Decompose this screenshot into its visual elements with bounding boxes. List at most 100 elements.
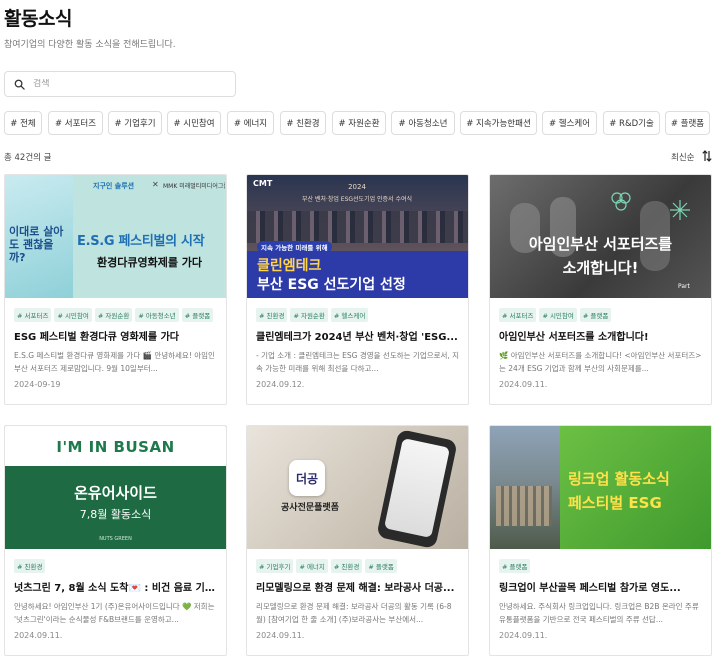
category-chip-energy[interactable]: # 에너지 (227, 111, 274, 135)
post-excerpt: 🌿 아임인부산 서포터즈를 소개합니다! <아임인부산 서포터즈>는 24개 E… (499, 351, 702, 373)
tag: # 시민참여 (539, 308, 577, 322)
post-excerpt: 안녕하세요! 아임인부산 1기 (주)온유어사이드입니다 💚 저희는 '넛츠그린… (14, 602, 215, 624)
category-chip-all[interactable]: # 전체 (4, 111, 42, 135)
thumbnail-caption: 공사전문플랫폼 (281, 503, 339, 513)
tag: # 플랫폼 (365, 559, 397, 573)
page-title: 활동소식 (4, 8, 72, 30)
post-card[interactable]: CMT 2024 부산 벤처·창업 ESG선도기업 인증서 수여식 지속 가능한… (246, 174, 469, 405)
tag: # 아동청소년 (135, 308, 179, 322)
tag: # 자원순환 (94, 308, 133, 322)
post-date: 2024.09.11. (14, 631, 63, 640)
thumbnail-headline: 온유어사이드 (74, 484, 157, 502)
thumbnail-subheadline: 7,8월 활동소식 (79, 508, 152, 521)
post-excerpt: 안녕하세요. 주식회사 링크업입니다. 링크업은 B2B 온라인 주류유통플랫폼… (499, 602, 699, 624)
post-title[interactable]: 리모델링으로 환경 문제 해결: 보라공사 더공... (256, 579, 461, 594)
post-date: 2024.09.11. (256, 631, 305, 640)
post-excerpt: - 기업 소개 : 클린엠테크는 ESG 경영을 선도하는 기업으로서, 지속 … (256, 351, 460, 373)
post-title[interactable]: 클린엠테크가 2024년 부산 벤처·창업 'ESG... (256, 328, 461, 343)
thumbnail-headline: 링크업 활동소식 (568, 470, 670, 488)
category-chip-fashion[interactable]: # 지속가능한패션 (460, 111, 537, 135)
thumbnail-headline: 소개합니다! (562, 259, 639, 277)
brand-mark: Part (678, 283, 690, 290)
partner-logo-right: MMK 미래멀티미디어그룹 (163, 183, 225, 190)
search-icon (14, 79, 25, 90)
post-thumbnail: I'M IN BUSAN 온유어사이드 7,8월 활동소식 NUTS GREEN (5, 426, 226, 549)
brand-logo: I'M IN BUSAN (56, 438, 175, 456)
tag: # 플랫폼 (499, 559, 531, 573)
thumbnail-headline: 환경다큐영화제를 가다 (97, 256, 203, 269)
banner-text: 부산 벤처·창업 ESG선도기업 인증서 수여식 (301, 196, 413, 203)
tag: # 친환경 (330, 559, 363, 573)
tag: # 시민참여 (54, 308, 92, 322)
post-date: 2024.09.11. (499, 631, 548, 640)
tag: # 자원순환 (290, 308, 328, 322)
post-card[interactable]: 링크업 활동소식 페스티벌 ESG # 플랫폼 링크업이 부산골목 페스티벌 참… (489, 425, 712, 656)
tag: # 서포터즈 (499, 308, 537, 322)
group-photo (247, 211, 468, 243)
post-date: 2024.09.12. (256, 380, 305, 389)
tag: # 친환경 (256, 308, 288, 322)
category-chip-supporters[interactable]: # 서포터즈 (48, 111, 103, 135)
tag-list: # 친환경 # 자원순환 # 헬스케어 (256, 308, 369, 322)
category-chip-youth[interactable]: # 아동청소년 (391, 111, 455, 135)
post-title[interactable]: 아임인부산 서포터즈를 소개합니다! (499, 328, 704, 343)
post-card[interactable]: 더공 공사전문플랫폼 # 기업후기 # 에너지 # 친환경 # 플랫폼 리모델링… (246, 425, 469, 656)
tag-list: # 친환경 (14, 559, 46, 573)
headline-company: 클린엠테크 (257, 258, 322, 274)
thumbnail-headline: 페스티벌 ESG (568, 494, 662, 512)
search-input[interactable] (33, 79, 223, 89)
post-excerpt: E.S.G 페스티벌 환경다큐 영화제를 가다 🎬 안녕하세요! 아임인부산 서… (14, 351, 215, 373)
category-chip-company-review[interactable]: # 기업후기 (108, 111, 162, 135)
post-card[interactable]: 아임인부산 서포터즈를 소개합니다! Part # 서포터즈 # 시민참여 # … (489, 174, 712, 405)
category-chip-eco[interactable]: # 친환경 (280, 111, 326, 135)
tag: # 플랫폼 (181, 308, 214, 322)
tag: # 플랫폼 (579, 308, 612, 322)
sort-select[interactable]: 최신순 (671, 151, 694, 163)
category-chip-platform[interactable]: # 플랫폼 (665, 111, 710, 135)
tag: # 친환경 (14, 559, 46, 573)
tag: # 헬스케어 (330, 308, 369, 322)
tag-list: # 기업후기 # 에너지 # 친환경 # 플랫폼 (256, 559, 397, 573)
tag-list: # 서포터즈 # 시민참여 # 플랫폼 (499, 308, 612, 322)
post-thumbnail: 더공 공사전문플랫폼 (247, 426, 468, 549)
banner-year: 2024 (348, 183, 366, 191)
post-title[interactable]: 링크업이 부산골목 페스티벌 참가로 영도... (499, 579, 704, 594)
headline-award: 부산 ESG 선도기업 선정 (257, 277, 406, 293)
page-subtitle: 참여기업의 다양한 활동 소식을 전해드립니다. (4, 40, 176, 50)
tag-list: # 플랫폼 (499, 559, 531, 573)
tag: # 에너지 (296, 559, 328, 573)
sparkle-icon (670, 200, 690, 220)
post-thumbnail: CMT 2024 부산 벤처·창업 ESG선도기업 인증서 수여식 지속 가능한… (247, 175, 468, 298)
poster-text: 이대로 살아도 괜찮을까? (9, 225, 64, 264)
city-buildings (496, 486, 552, 526)
partner-logo-left: 지구인 솔루션 (93, 182, 135, 190)
tag: # 기업후기 (256, 559, 294, 573)
post-thumbnail: 이대로 살아도 괜찮을까? 지구인 솔루션 ✕ MMK 미래멀티미디어그룹 E.… (5, 175, 226, 298)
category-filter-bar: # 전체 # 서포터즈 # 기업후기 # 시민참여 # 에너지 # 친환경 # … (4, 111, 713, 135)
post-date: 2024-09-19 (14, 380, 61, 389)
post-thumbnail: 아임인부산 서포터즈를 소개합니다! Part (490, 175, 711, 298)
post-title[interactable]: ESG 페스티벌 환경다큐 영화제를 가다 (14, 328, 219, 343)
post-date: 2024.09.11. (499, 380, 548, 389)
post-excerpt: 리모델링으로 환경 문제 해결: 보라공사 더공의 활동 기록 (6-8월) [… (256, 602, 452, 624)
sort-icon[interactable] (702, 150, 712, 162)
thumbnail-badge: E.S.G 페스티벌의 시작 (77, 234, 205, 249)
company-logo: CMT (253, 179, 273, 188)
tag-list: # 서포터즈 # 시민참여 # 자원순환 # 아동청소년 # 플랫폼 (14, 308, 214, 322)
post-card[interactable]: I'M IN BUSAN 온유어사이드 7,8월 활동소식 NUTS GREEN… (4, 425, 227, 656)
post-title[interactable]: 넛츠그린 7, 8월 소식 도착💌 : 비건 음료 기부... (14, 579, 219, 594)
post-thumbnail: 링크업 활동소식 페스티벌 ESG (490, 426, 711, 549)
category-chip-recycling[interactable]: # 자원순환 (332, 111, 386, 135)
thumbnail-footer: NUTS GREEN (99, 536, 132, 542)
app-logo: 더공 (289, 460, 325, 496)
cross-icon: ✕ (152, 180, 159, 189)
category-chip-citizen[interactable]: # 시민참여 (167, 111, 221, 135)
category-chip-rnd[interactable]: # R&D기술 (603, 111, 660, 135)
search-box[interactable] (4, 71, 236, 97)
category-chip-healthcare[interactable]: # 헬스케어 (542, 111, 597, 135)
post-count: 총 42건의 글 (4, 153, 52, 163)
tag: # 서포터즈 (14, 308, 52, 322)
post-card[interactable]: 이대로 살아도 괜찮을까? 지구인 솔루션 ✕ MMK 미래멀티미디어그룹 E.… (4, 174, 227, 405)
thumbnail-headline: 아임인부산 서포터즈를 (528, 235, 673, 253)
leaf-icon (611, 192, 631, 211)
